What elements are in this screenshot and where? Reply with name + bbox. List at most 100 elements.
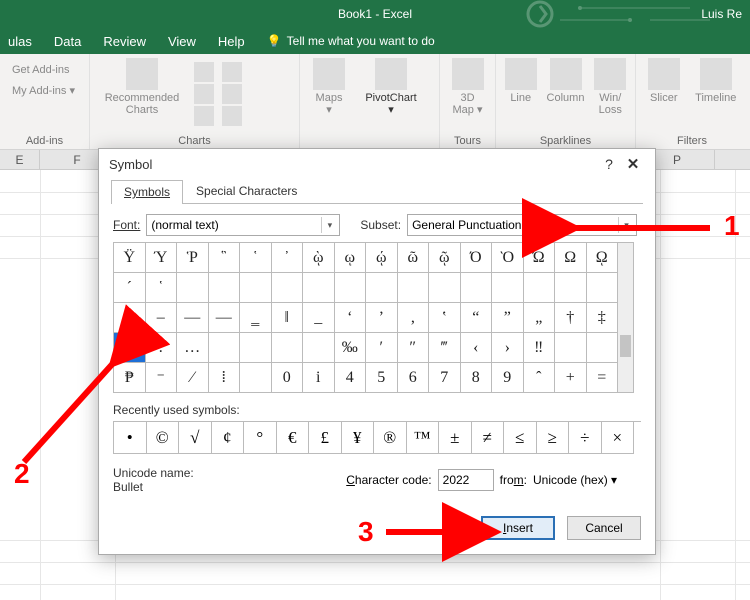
char-cell[interactable]: [555, 273, 587, 303]
recent-char-cell[interactable]: ≤: [504, 422, 537, 454]
char-cell[interactable]: ˆ: [524, 363, 556, 393]
recent-char-cell[interactable]: €: [277, 422, 310, 454]
char-cell[interactable]: [524, 273, 556, 303]
tab-formulas[interactable]: ulas: [8, 34, 32, 49]
recommended-charts-button[interactable]: Recommended Charts: [98, 58, 186, 116]
char-cell[interactable]: [555, 333, 587, 363]
char-cell[interactable]: ⁞: [209, 363, 241, 393]
recent-char-cell[interactable]: ™: [407, 422, 440, 454]
help-icon[interactable]: ?: [597, 156, 621, 172]
char-cell[interactable]: ’: [366, 303, 398, 333]
recent-char-cell[interactable]: ÷: [569, 422, 602, 454]
char-cell[interactable]: ‼: [524, 333, 556, 363]
char-cell[interactable]: [587, 273, 619, 303]
tab-view[interactable]: View: [168, 34, 196, 49]
sparkline-winloss-button[interactable]: Win/ Loss: [594, 58, 627, 116]
char-cell[interactable]: ‴: [429, 333, 461, 363]
chart-tiny-icon[interactable]: [222, 106, 242, 126]
char-cell[interactable]: •: [114, 333, 146, 363]
sparkline-column-button[interactable]: Column: [545, 58, 585, 104]
char-cell[interactable]: .: [146, 333, 178, 363]
char-cell[interactable]: [209, 333, 241, 363]
my-addins-button[interactable]: My Add-ins ▾: [8, 82, 79, 99]
char-cell[interactable]: ₱: [114, 363, 146, 393]
char-cell[interactable]: Ύ: [146, 243, 178, 273]
close-icon[interactable]: ✕: [621, 155, 645, 173]
get-addins-button[interactable]: Get Add-ins: [8, 62, 79, 78]
char-cell[interactable]: [429, 273, 461, 303]
tab-special-characters[interactable]: Special Characters: [183, 179, 310, 203]
char-cell[interactable]: [240, 273, 272, 303]
tab-data[interactable]: Data: [54, 34, 81, 49]
font-select[interactable]: (normal text) ▾: [146, 214, 340, 236]
char-cell[interactable]: 8: [461, 363, 493, 393]
char-cell[interactable]: ⁄: [177, 363, 209, 393]
char-cell[interactable]: ῶ: [398, 243, 430, 273]
dialog-titlebar[interactable]: Symbol ? ✕: [99, 149, 655, 179]
maps-button[interactable]: Maps ▾: [308, 58, 350, 116]
chart-tiny-icon[interactable]: [222, 62, 242, 82]
char-cell[interactable]: [335, 273, 367, 303]
char-cell[interactable]: =: [587, 363, 619, 393]
recent-char-cell[interactable]: •: [114, 422, 147, 454]
char-cell[interactable]: [303, 273, 335, 303]
char-cell[interactable]: ”: [492, 303, 524, 333]
cancel-button[interactable]: Cancel: [567, 516, 641, 540]
char-cell[interactable]: ‚: [398, 303, 430, 333]
scrollbar[interactable]: [618, 242, 634, 393]
char-cell[interactable]: ᾿: [272, 243, 304, 273]
char-cell[interactable]: Ώ: [524, 243, 556, 273]
char-cell[interactable]: “: [461, 303, 493, 333]
chart-tiny-icon[interactable]: [222, 84, 242, 104]
char-cell[interactable]: [303, 333, 335, 363]
recent-char-cell[interactable]: ≥: [537, 422, 570, 454]
recent-char-cell[interactable]: ®: [374, 422, 407, 454]
charcode-input[interactable]: [438, 469, 494, 491]
char-cell[interactable]: _: [303, 303, 335, 333]
timeline-button[interactable]: Timeline: [692, 58, 740, 104]
3dmap-button[interactable]: 3D Map ▾: [448, 58, 487, 116]
char-cell[interactable]: Ῥ: [177, 243, 209, 273]
char-cell[interactable]: 0: [272, 363, 304, 393]
char-cell[interactable]: 5: [366, 363, 398, 393]
char-cell[interactable]: 7: [429, 363, 461, 393]
char-cell[interactable]: ‛: [429, 303, 461, 333]
char-cell[interactable]: ‰: [335, 333, 367, 363]
char-cell[interactable]: ´: [114, 273, 146, 303]
char-cell[interactable]: ῼ: [587, 243, 619, 273]
tab-help[interactable]: Help: [218, 34, 245, 49]
pivotchart-button[interactable]: PivotChart ▾: [358, 58, 424, 116]
char-cell[interactable]: ‘: [335, 303, 367, 333]
sparkline-line-button[interactable]: Line: [504, 58, 537, 104]
char-cell[interactable]: ›: [492, 333, 524, 363]
tell-me[interactable]: 💡 Tell me what you want to do: [267, 34, 435, 48]
recent-char-cell[interactable]: £: [309, 422, 342, 454]
char-cell[interactable]: ‗: [240, 303, 272, 333]
from-select[interactable]: Unicode (hex) ▾: [533, 473, 641, 487]
recent-char-cell[interactable]: ¢: [212, 422, 245, 454]
chart-tiny-icon[interactable]: [194, 106, 214, 126]
char-cell[interactable]: 6: [398, 363, 430, 393]
recent-char-cell[interactable]: ≠: [472, 422, 505, 454]
char-cell[interactable]: „: [524, 303, 556, 333]
char-cell[interactable]: i: [303, 363, 335, 393]
char-cell[interactable]: [177, 273, 209, 303]
char-cell[interactable]: ―: [209, 303, 241, 333]
char-cell[interactable]: —: [177, 303, 209, 333]
chart-tiny-icon[interactable]: [194, 84, 214, 104]
scrollbar-thumb[interactable]: [620, 335, 631, 357]
char-cell[interactable]: [461, 273, 493, 303]
char-cell[interactable]: ῳ: [335, 243, 367, 273]
char-cell[interactable]: -: [114, 303, 146, 333]
chart-tiny-icon[interactable]: [194, 62, 214, 82]
char-cell[interactable]: 9: [492, 363, 524, 393]
char-cell[interactable]: Ϋ: [114, 243, 146, 273]
recent-char-cell[interactable]: ©: [147, 422, 180, 454]
char-cell[interactable]: ῾: [146, 273, 178, 303]
subset-select[interactable]: General Punctuation ▾: [407, 214, 637, 236]
char-cell[interactable]: …: [177, 333, 209, 363]
recent-char-cell[interactable]: ±: [439, 422, 472, 454]
char-cell[interactable]: ῴ: [366, 243, 398, 273]
char-cell[interactable]: 4: [335, 363, 367, 393]
char-cell[interactable]: [492, 273, 524, 303]
